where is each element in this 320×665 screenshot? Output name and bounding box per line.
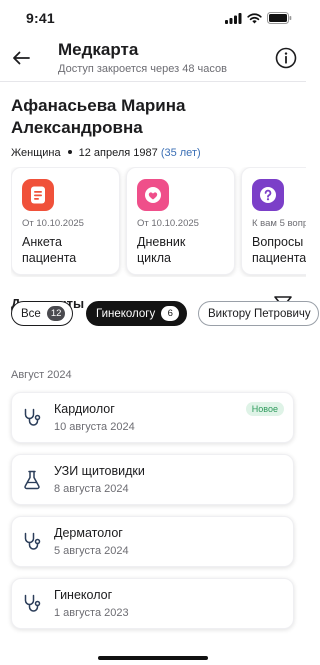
document-title: Дерматолог: [54, 526, 123, 540]
document-item[interactable]: Кардиолог 10 августа 2024 Новое: [11, 392, 294, 443]
wifi-icon: [247, 12, 262, 23]
card-title-line: Дневник: [137, 235, 186, 249]
patient-meta: Женщина 12 апреля 1987 (35 лет): [11, 147, 201, 159]
chip-gynecologist[interactable]: Гинекологу 6: [86, 301, 188, 326]
filter-chips: Все 12 Гинекологу 6 Виктору Петровичу: [11, 301, 319, 331]
status-bar: 9:41: [0, 0, 306, 36]
document-title: Кардиолог: [54, 402, 115, 416]
patient-name: Афанасьева Марина Александровна: [11, 96, 186, 137]
back-button[interactable]: [10, 47, 32, 69]
card-date: От 10.10.2025: [22, 218, 84, 229]
heart-icon: [137, 179, 169, 211]
access-subtitle: Доступ закроется через 48 часов: [58, 63, 227, 75]
header: Медкарта Доступ закроется через 48 часов: [0, 36, 306, 82]
card-title-line: Вопросы: [252, 235, 304, 249]
battery-icon: [267, 12, 292, 24]
document-item[interactable]: УЗИ щитовидки 8 августа 2024: [11, 454, 294, 505]
stethoscope-icon: [24, 594, 41, 612]
info-icon: [275, 47, 297, 69]
arrow-left-icon: [13, 51, 30, 65]
home-indicator: [98, 656, 208, 660]
card-title-line: пациента: [22, 251, 77, 265]
card-title: Дневник цикла: [137, 234, 233, 266]
card-title-line: цикла: [137, 251, 171, 265]
flask-icon: [24, 470, 40, 490]
chip-label: Виктору Петровичу: [208, 307, 311, 320]
chip-all[interactable]: Все 12: [11, 301, 74, 326]
status-icons: [225, 12, 292, 24]
document-icon: [22, 179, 54, 211]
card-title-line: Анкета: [22, 235, 62, 249]
card-date: От 10.10.2025: [137, 218, 199, 229]
document-date: 5 августа 2024: [54, 545, 129, 557]
patient-birth-date: 12 апреля 1987: [78, 147, 158, 159]
quick-cards: От 10.10.2025 Анкета пациента От 10.10.2…: [11, 167, 306, 277]
stethoscope-icon: [24, 408, 41, 426]
separator-dot: [67, 150, 72, 155]
document-date: 1 августа 2023: [54, 607, 129, 619]
status-time: 9:41: [26, 10, 55, 26]
chip-label: Гинекологу: [96, 307, 156, 320]
signal-icon: [225, 12, 242, 24]
new-badge: Новое: [245, 402, 284, 416]
chip-label: Все: [21, 307, 41, 320]
card-title-line: пациента: [252, 251, 306, 265]
stethoscope-icon: [24, 532, 41, 550]
document-item[interactable]: Гинеколог 1 августа 2023: [11, 578, 294, 629]
patient-age: (35 лет): [160, 147, 201, 159]
chip-viktor-petrovich[interactable]: Виктору Петровичу: [198, 301, 319, 326]
card-patient-questions[interactable]: К вам 5 вопросов Вопросы пациента: [241, 167, 306, 275]
question-icon: [252, 179, 284, 211]
card-title: Вопросы пациента: [252, 234, 306, 266]
chip-count: 6: [161, 306, 180, 321]
card-date: К вам 5 вопросов: [252, 218, 306, 229]
document-title: УЗИ щитовидки: [54, 464, 145, 478]
info-button[interactable]: [274, 46, 298, 70]
card-cycle-diary[interactable]: От 10.10.2025 Дневник цикла: [126, 167, 235, 275]
document-date: 8 августа 2024: [54, 483, 129, 495]
card-title: Анкета пациента: [22, 234, 118, 266]
page-title: Медкарта: [58, 40, 139, 59]
document-item[interactable]: Дерматолог 5 августа 2024: [11, 516, 294, 567]
card-patient-questionnaire[interactable]: От 10.10.2025 Анкета пациента: [11, 167, 120, 275]
document-date: 10 августа 2024: [54, 421, 135, 433]
patient-gender: Женщина: [11, 147, 61, 159]
chip-count: 12: [46, 306, 66, 321]
document-title: Гинеколог: [54, 588, 113, 602]
section-label: Август 2024: [11, 369, 72, 381]
